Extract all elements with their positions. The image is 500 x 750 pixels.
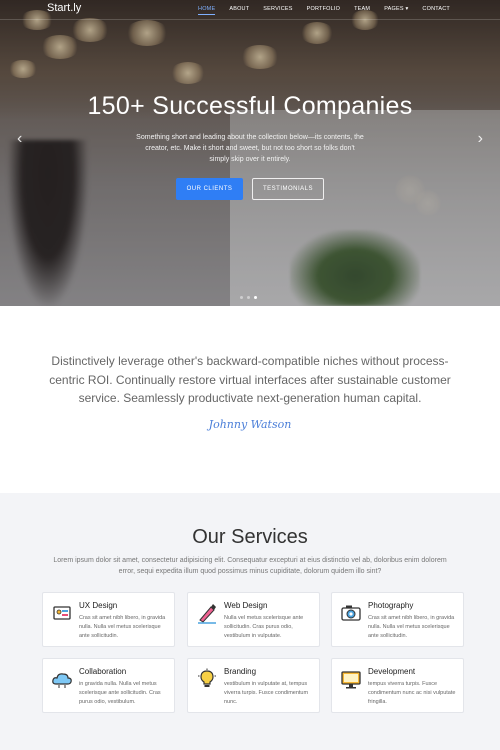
ux-design-icon [53,606,71,620]
service-card-development[interactable]: Development tempus viverra turpis. Fusce… [331,658,464,713]
service-card-title: Branding [224,667,257,676]
service-card-title: Collaboration [79,667,127,676]
carousel-prev-icon[interactable]: ‹ [17,130,22,148]
carousel-indicator-active[interactable] [254,296,257,299]
carousel-indicator[interactable] [240,296,243,299]
nav-item-team[interactable]: TEAM [354,6,370,15]
service-card-title: UX Design [79,601,118,610]
nav-item-pages-dropdown[interactable]: PAGES ▾ [384,6,408,15]
carousel-indicators [240,296,257,299]
carousel-next-icon[interactable]: › [478,130,483,148]
service-card-collaboration[interactable]: Collaboration in gravida nulla. Nulla ve… [42,658,175,713]
nav-item-home[interactable]: HOME [198,6,216,15]
service-card-branding[interactable]: Branding vestibulum in vulputate at, tem… [187,658,320,713]
nav-item-about[interactable]: ABOUT [229,6,249,15]
hero-title: 150+ Successful Companies [87,92,413,120]
nav-item-services[interactable]: SERVICES [263,6,292,15]
hero-description: Something short and leading about the co… [136,134,364,163]
our-clients-button[interactable]: OUR CLIENTS [176,178,243,200]
service-card-ux-design[interactable]: UX Design Cras sit amet nibh libero, in … [42,592,175,647]
service-card-photography[interactable]: Photography Cras sit amet nibh libero, i… [331,592,464,647]
nav-item-contact[interactable]: CONTACT [422,6,450,15]
lightbulb-icon [198,668,216,687]
monitor-icon [341,671,361,689]
hero-carousel: Start.ly HOME ABOUT SERVICES PORTFOLIO T… [0,0,500,306]
service-card-description: in gravida nulla. Nulla vel metus sceler… [79,681,161,705]
cloud-icon [52,673,72,688]
carousel-indicator[interactable] [247,296,250,299]
services-title: Our Services [192,526,308,548]
service-card-description: Cras sit amet nibh libero, in gravida nu… [368,615,455,639]
nav-item-portfolio[interactable]: PORTFOLIO [307,6,340,15]
service-card-description: Nulla vel metus scelerisque ante sollici… [224,615,304,639]
brand-logo[interactable]: Start.ly [47,2,81,14]
services-subtitle: Lorem ipsum dolor sit amet, consectetur … [53,557,447,575]
service-card-description: vestibulum in vulputate at, tempus viver… [224,681,309,705]
service-card-title: Development [368,667,416,676]
web-design-icon [198,604,216,624]
camera-icon [341,605,361,621]
service-card-web-design[interactable]: Web Design Nulla vel metus scelerisque a… [187,592,320,647]
signature: Johnny Watson [208,418,292,431]
service-card-description: Cras sit amet nibh libero, in gravida nu… [79,615,166,639]
service-card-title: Web Design [224,601,268,610]
testimonials-button[interactable]: TESTIMONIALS [252,178,324,200]
nav-menu: HOME ABOUT SERVICES PORTFOLIO TEAM PAGES… [198,6,450,15]
top-navbar: Start.ly HOME ABOUT SERVICES PORTFOLIO T… [0,0,500,20]
service-card-description: tempus viverra turpis. Fusce condimentum… [368,681,456,705]
intro-quote: Distinctively leverage other's backward-… [49,354,451,405]
service-card-title: Photography [368,601,414,610]
